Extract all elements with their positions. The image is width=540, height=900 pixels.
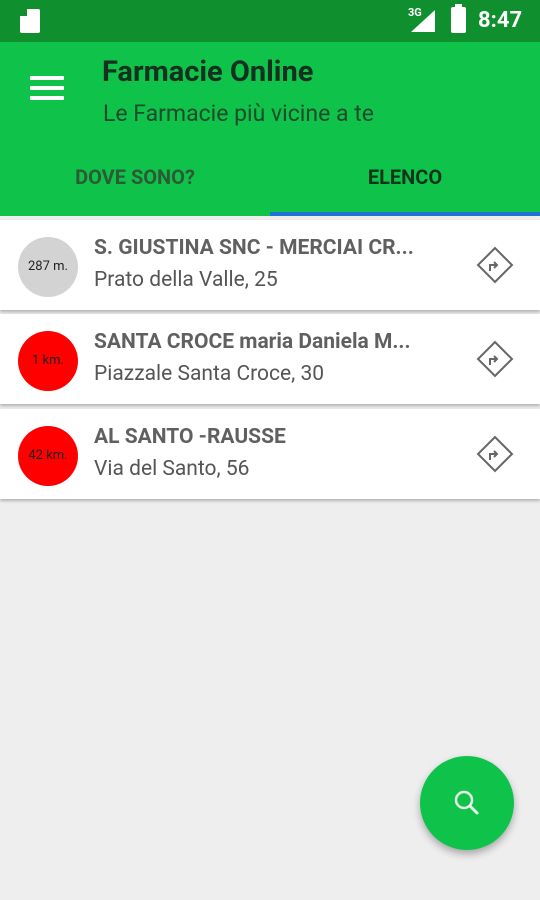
pharmacy-name: AL SANTO -RAUSSE bbox=[94, 425, 286, 449]
distance-badge: 287 m. bbox=[18, 237, 78, 297]
list-item[interactable]: 1 km. SANTA CROCE maria Daniela M... Pia… bbox=[0, 314, 540, 404]
tab-elenco[interactable]: ELENCO bbox=[270, 162, 540, 202]
pharmacy-name: SANTA CROCE maria Daniela M... bbox=[94, 330, 411, 354]
list-item[interactable]: 42 km. AL SANTO -RAUSSE Via del Santo, 5… bbox=[0, 409, 540, 499]
tab-dove-sono[interactable]: DOVE SONO? bbox=[0, 162, 270, 202]
status-time: 8:47 bbox=[478, 8, 523, 33]
battery-icon bbox=[451, 4, 466, 33]
distance-badge: 1 km. bbox=[18, 331, 78, 391]
list-item[interactable]: 287 m. S. GIUSTINA SNC - MERCIAI CR... P… bbox=[0, 220, 540, 310]
pharmacy-address: Via del Santo, 56 bbox=[94, 457, 250, 481]
app-subtitle: Le Farmacie più vicine a te bbox=[103, 100, 374, 127]
distance-badge: 42 km. bbox=[18, 426, 78, 486]
sd-card-icon bbox=[20, 9, 40, 33]
directions-icon[interactable] bbox=[475, 339, 515, 379]
tab-indicator bbox=[270, 212, 540, 216]
search-button[interactable] bbox=[420, 756, 514, 850]
hamburger-menu-icon[interactable] bbox=[30, 76, 64, 102]
status-bar: 3G 8:47 bbox=[0, 0, 540, 42]
pharmacy-address: Prato della Valle, 25 bbox=[94, 268, 278, 292]
pharmacy-name: S. GIUSTINA SNC - MERCIAI CR... bbox=[94, 236, 414, 260]
app-title: Farmacie Online bbox=[102, 55, 314, 89]
signal-icon bbox=[411, 10, 435, 32]
pharmacy-address: Piazzale Santa Croce, 30 bbox=[94, 362, 325, 386]
directions-icon[interactable] bbox=[475, 245, 515, 285]
search-icon bbox=[454, 790, 479, 815]
directions-icon[interactable] bbox=[475, 434, 515, 474]
